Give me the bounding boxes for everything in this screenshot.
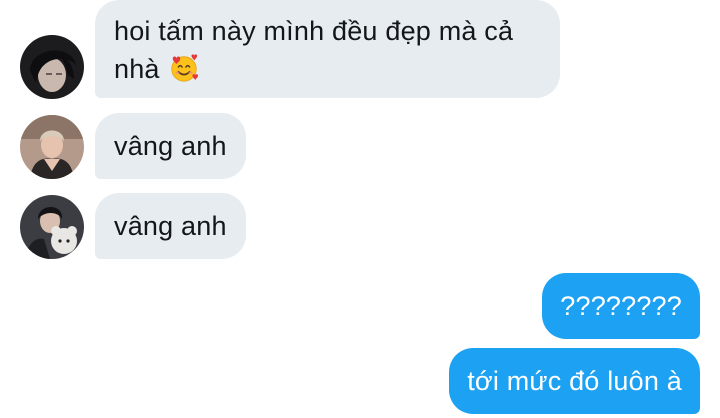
message-text: ???????? — [560, 291, 682, 321]
message-text: tới mức đó luôn à — [467, 366, 682, 396]
message-bubble-outgoing[interactable]: ???????? — [542, 273, 700, 339]
message-bubble-incoming[interactable]: hoi tấm này mình đều đẹp mà cả nhà — [95, 0, 560, 98]
avatar[interactable] — [20, 35, 84, 99]
profile-photo-icon — [20, 35, 84, 99]
smiling-face-with-hearts-icon — [171, 54, 199, 82]
message-text: vâng anh — [114, 211, 227, 241]
message-bubble-outgoing[interactable]: tới mức đó luôn à — [449, 348, 700, 414]
message-bubble-incoming[interactable]: vâng anh — [95, 193, 246, 259]
profile-photo-icon — [20, 115, 84, 179]
profile-photo-icon — [20, 195, 84, 259]
avatar[interactable] — [20, 195, 84, 259]
conversation-thread: hoi tấm này mình đều đẹp mà cả nhà vâng … — [0, 0, 720, 418]
avatar[interactable] — [20, 115, 84, 179]
message-bubble-incoming[interactable]: vâng anh — [95, 113, 246, 179]
message-text: vâng anh — [114, 131, 227, 161]
